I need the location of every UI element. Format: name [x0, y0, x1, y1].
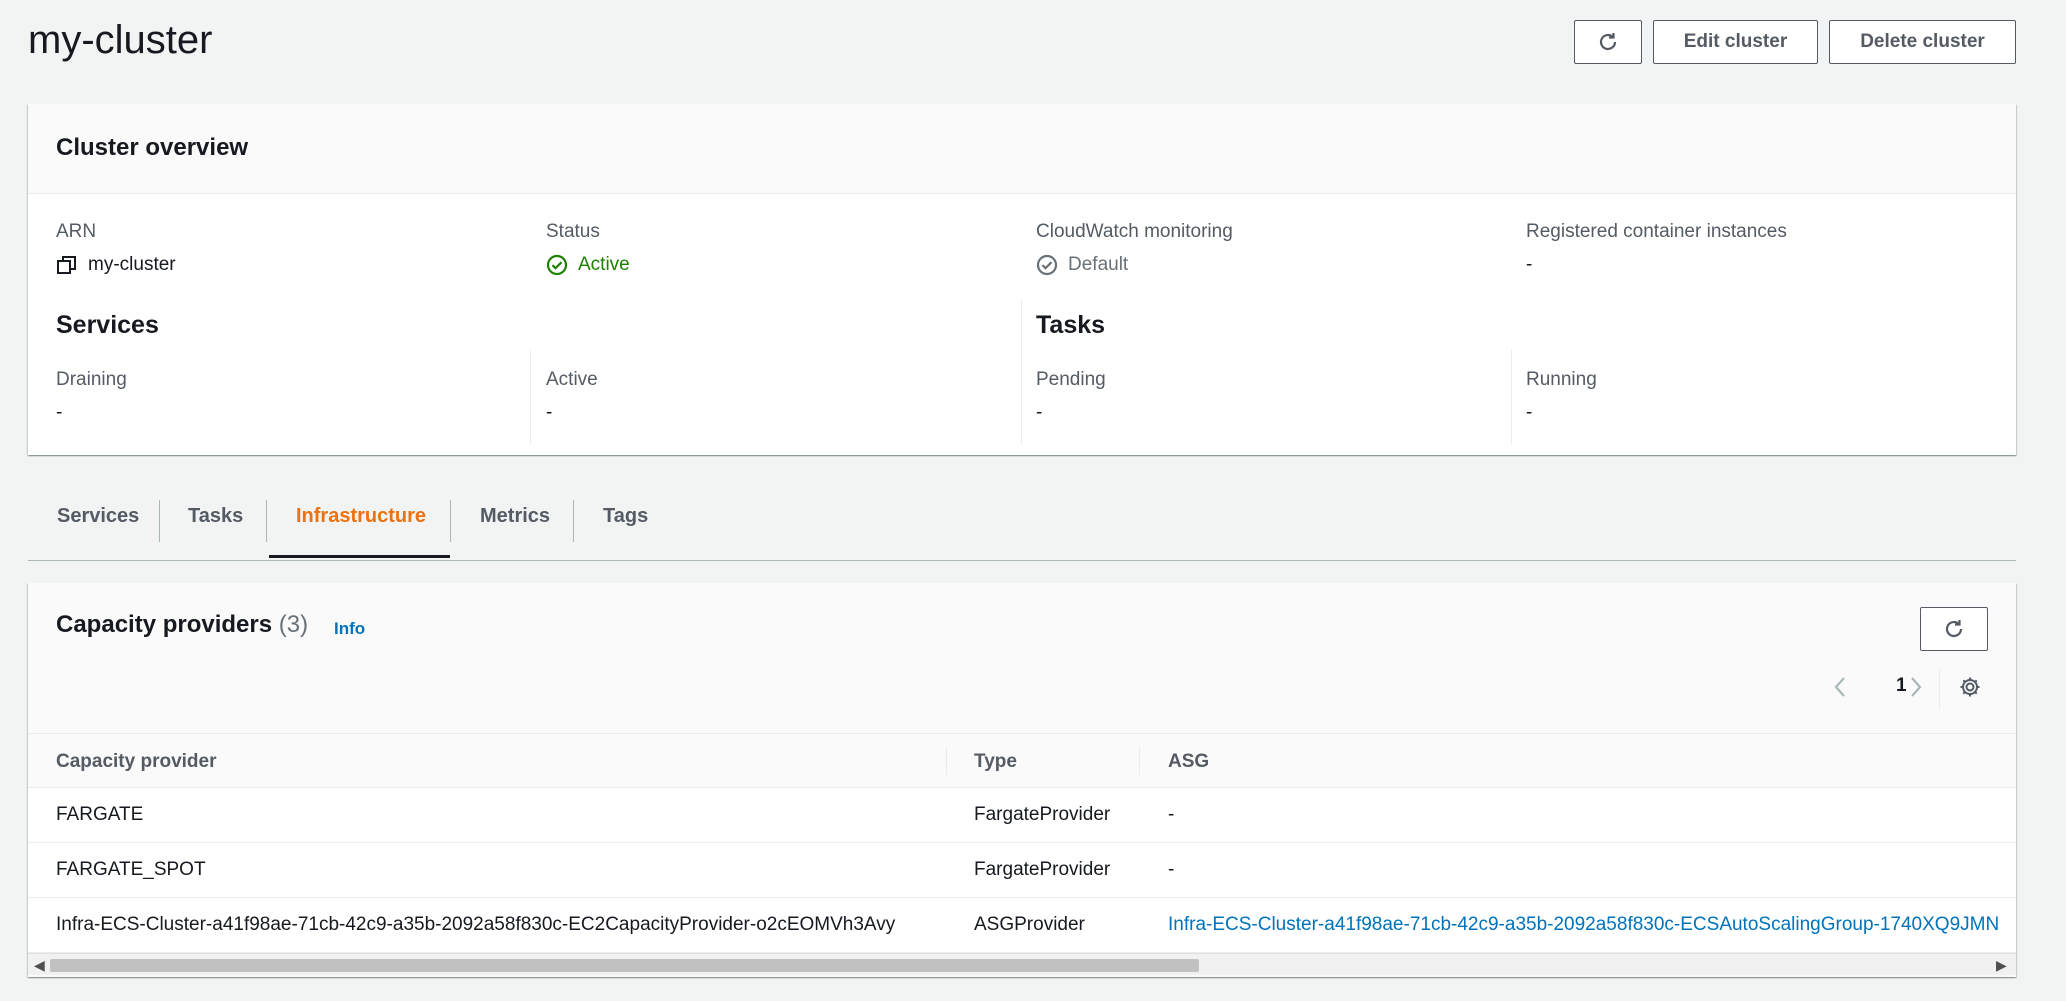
capacity-provider-cell: Infra-ECS-Cluster-a41f98ae-71cb-42c9-a35…: [56, 914, 896, 935]
registered-instances-label: Registered container instances: [1526, 221, 1787, 242]
edit-cluster-button[interactable]: Edit cluster: [1653, 20, 1818, 64]
info-link[interactable]: Info: [334, 619, 365, 639]
column-header-type[interactable]: Type: [974, 751, 1017, 773]
tab-tags[interactable]: Tags: [603, 505, 648, 528]
table-row: FARGATE_SPOT FargateProvider -: [28, 843, 2016, 898]
scroll-left-icon[interactable]: ◀: [34, 957, 45, 974]
pending-tasks-label: Pending: [1036, 369, 1106, 390]
arn-label: ARN: [56, 221, 97, 242]
cluster-overview-header: Cluster overview: [28, 104, 2016, 194]
running-tasks-value: -: [1526, 402, 1533, 423]
capacity-providers-title: Capacity providers (3): [56, 611, 308, 639]
asg-link[interactable]: Infra-ECS-Cluster-a41f98ae-71cb-42c9-a35…: [1168, 914, 1999, 936]
draining-value: -: [56, 402, 63, 423]
services-section-title: Services: [56, 311, 159, 339]
tab-baseline: [28, 560, 2016, 561]
tab-metrics[interactable]: Metrics: [480, 505, 550, 528]
tab-tasks[interactable]: Tasks: [188, 505, 243, 528]
running-tasks-label: Running: [1526, 369, 1597, 390]
tab-separator: [266, 500, 267, 542]
tab-infrastructure[interactable]: Infrastructure: [296, 505, 426, 528]
settings-gear-icon[interactable]: [1958, 675, 1982, 699]
pager-separator: [1939, 669, 1940, 709]
type-cell: FargateProvider: [974, 804, 1111, 825]
next-page-icon[interactable]: [1908, 675, 1924, 699]
delete-cluster-button[interactable]: Delete cluster: [1829, 20, 2016, 64]
column-header-asg[interactable]: ASG: [1168, 751, 1209, 773]
page-title: my-cluster: [28, 18, 213, 62]
active-tab-indicator: [269, 555, 450, 558]
column-separator[interactable]: [946, 747, 947, 775]
cluster-overview-title: Cluster overview: [56, 134, 249, 161]
current-page-number[interactable]: 1: [1896, 675, 1907, 697]
capacity-providers-title-text: Capacity providers: [56, 611, 273, 638]
refresh-icon: [1599, 33, 1617, 51]
column-header-capacity-provider[interactable]: Capacity provider: [56, 751, 217, 773]
cloudwatch-text: Default: [1068, 254, 1129, 275]
arn-value: my-cluster: [56, 254, 176, 276]
previous-page-icon[interactable]: [1832, 675, 1848, 699]
status-active-icon: [546, 254, 568, 276]
refresh-icon: [1945, 620, 1963, 638]
active-services-value: -: [546, 402, 553, 423]
cloudwatch-value: Default: [1036, 254, 1128, 276]
tab-separator: [159, 500, 160, 542]
cluster-overview-card: Cluster overview ARN my-cluster Status A…: [28, 104, 2016, 455]
tab-separator: [573, 500, 574, 542]
table-row: FARGATE FargateProvider -: [28, 788, 2016, 843]
status-label: Status: [546, 221, 600, 242]
active-services-label: Active: [546, 369, 598, 390]
registered-instances-value: -: [1526, 254, 1533, 275]
refresh-button[interactable]: [1574, 20, 1642, 64]
draining-label: Draining: [56, 369, 127, 390]
status-default-icon: [1036, 254, 1058, 276]
scrollbar-thumb[interactable]: [50, 959, 1199, 972]
column-separator[interactable]: [1139, 747, 1140, 775]
asg-cell: -: [1168, 859, 1175, 880]
table-header: Capacity provider Type ASG: [28, 733, 2016, 788]
status-text: Active: [578, 254, 630, 275]
status-value: Active: [546, 254, 630, 276]
tab-separator: [450, 500, 451, 542]
arn-text: my-cluster: [88, 254, 176, 275]
capacity-providers-refresh-button[interactable]: [1920, 607, 1988, 651]
horizontal-scrollbar[interactable]: ◀ ▶: [28, 953, 2016, 975]
column-divider: [1511, 350, 1512, 445]
capacity-provider-cell: FARGATE_SPOT: [56, 859, 206, 880]
table-row: Infra-ECS-Cluster-a41f98ae-71cb-42c9-a35…: [28, 898, 2016, 953]
pending-tasks-value: -: [1036, 402, 1043, 423]
capacity-providers-card: Capacity providers (3) Info 1 Capacity p…: [28, 583, 2016, 977]
cloudwatch-label: CloudWatch monitoring: [1036, 221, 1233, 242]
section-divider: [1021, 300, 1022, 445]
capacity-providers-count: (3): [278, 611, 309, 638]
capacity-provider-cell: FARGATE: [56, 804, 144, 825]
copy-icon[interactable]: [56, 254, 78, 276]
type-cell: ASGProvider: [974, 914, 1085, 935]
tasks-section-title: Tasks: [1036, 311, 1106, 339]
asg-cell: -: [1168, 804, 1175, 825]
type-cell: FargateProvider: [974, 859, 1111, 880]
tab-services[interactable]: Services: [57, 505, 139, 528]
scroll-right-icon[interactable]: ▶: [1996, 957, 2007, 974]
column-divider: [530, 350, 531, 445]
